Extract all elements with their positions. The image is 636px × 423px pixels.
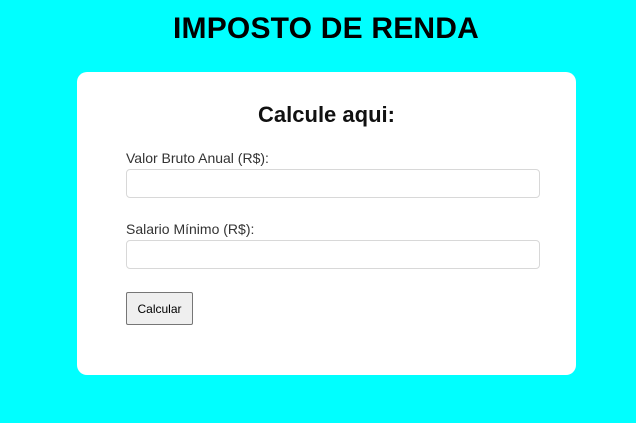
gross-annual-value-label: Valor Bruto Anual (R$): (126, 150, 269, 166)
gross-annual-value-input[interactable] (126, 169, 540, 198)
minimum-wage-input[interactable] (126, 240, 540, 269)
calculate-button[interactable]: Calcular (126, 292, 193, 325)
calculator-card: Calcule aqui: Valor Bruto Anual (R$): Sa… (77, 72, 576, 375)
form-heading: Calcule aqui: (258, 102, 395, 127)
page-title: IMPOSTO DE RENDA (172, 12, 479, 45)
minimum-wage-label: Salario Mínimo (R$): (126, 221, 255, 237)
